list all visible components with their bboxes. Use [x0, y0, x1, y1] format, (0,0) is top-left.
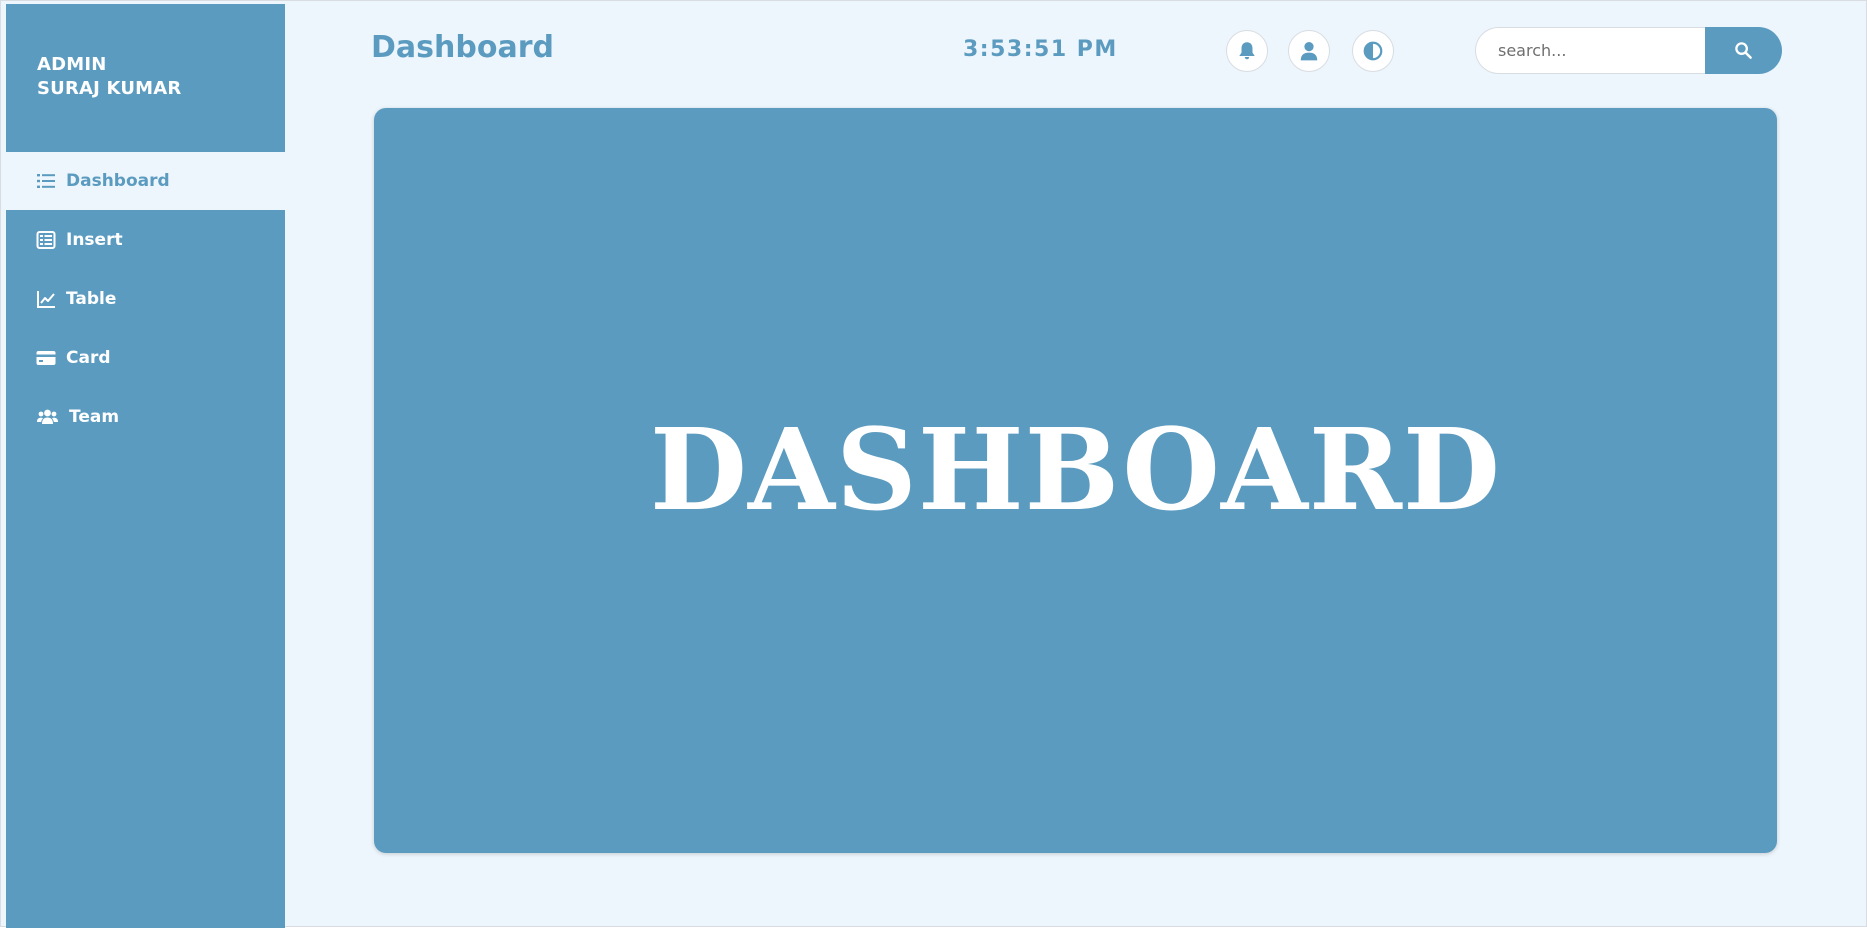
sidebar-item-label: Insert: [66, 230, 123, 250]
admin-profile: ADMIN SURAJ KUMAR: [6, 4, 285, 152]
sidebar-item-label: Team: [69, 407, 120, 427]
clock: 3:53:51 PM: [963, 37, 1118, 62]
users-icon: [37, 409, 58, 424]
list-icon: [37, 174, 55, 188]
contrast-icon: [1363, 41, 1383, 61]
search-bar: [1475, 27, 1782, 74]
sidebar-item-dashboard[interactable]: Dashboard: [6, 152, 285, 210]
search-icon: [1735, 42, 1752, 59]
theme-toggle-button[interactable]: [1352, 30, 1394, 72]
search-input[interactable]: [1475, 27, 1705, 74]
sidebar-item-insert[interactable]: Insert: [6, 211, 285, 269]
table-list-icon: [36, 231, 56, 249]
sidebar-item-card[interactable]: Card: [6, 329, 285, 387]
bell-icon: [1239, 42, 1255, 60]
search-button[interactable]: [1705, 27, 1782, 74]
notifications-button[interactable]: [1226, 30, 1268, 72]
panel-heading: DASHBOARD: [649, 405, 1502, 536]
user-icon: [1300, 41, 1318, 61]
sidebar-item-table[interactable]: Table: [6, 270, 285, 328]
sidebar-item-label: Table: [66, 289, 117, 309]
sidebar-item-label: Card: [66, 348, 111, 368]
profile-button[interactable]: [1288, 30, 1330, 72]
credit-card-icon: [36, 351, 56, 365]
sidebar-item-team[interactable]: Team: [6, 388, 285, 446]
sidebar-item-label: Dashboard: [66, 171, 170, 191]
page-title: Dashboard: [371, 30, 554, 65]
line-chart-icon: [37, 291, 55, 308]
admin-role: ADMIN: [37, 54, 107, 75]
app-window: ADMIN SURAJ KUMAR Dashboard Insert Table…: [0, 0, 1867, 928]
admin-name: SURAJ KUMAR: [37, 78, 182, 99]
sidebar: ADMIN SURAJ KUMAR Dashboard Insert Table…: [6, 4, 285, 928]
main-panel: DASHBOARD: [374, 108, 1777, 853]
